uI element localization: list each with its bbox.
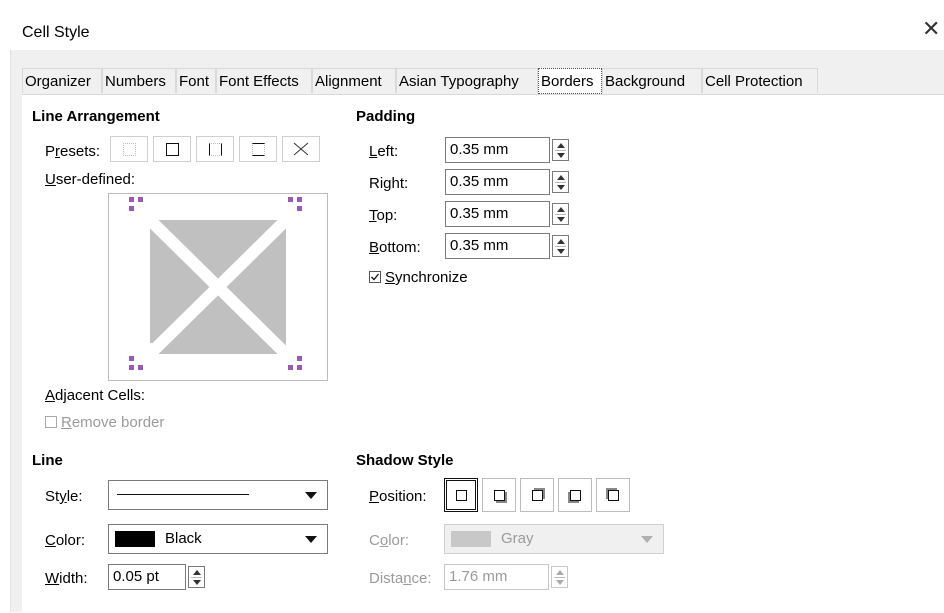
chevron-down-icon [305, 536, 317, 543]
preset-left-right-icon [209, 143, 222, 156]
padding-top-spin-icon[interactable] [552, 203, 569, 225]
preset-outer-button[interactable] [153, 136, 191, 162]
line-width-spin-icon[interactable] [188, 566, 205, 588]
title-bar [0, 0, 944, 50]
line-color-value: Black [165, 530, 202, 547]
line-arrangement-heading: Line Arrangement [32, 108, 160, 125]
remove-border-checkbox-box[interactable] [45, 416, 57, 428]
tab-organizer[interactable]: Organizer [22, 68, 102, 93]
padding-right-input[interactable]: 0.35 mm [445, 169, 550, 195]
padding-heading: Padding [356, 108, 416, 125]
user-defined-label: User-defined: [45, 171, 136, 188]
line-style-label: Style: [45, 488, 83, 505]
preset-none-icon [123, 143, 136, 156]
dialog-title: Cell Style [22, 24, 90, 41]
shadow-top-left-icon [608, 490, 619, 501]
tab-background[interactable]: Background [602, 68, 702, 93]
diagonal-cross-icon [293, 142, 309, 156]
shadow-bottom-left-icon [570, 490, 581, 501]
shadow-position-label: Position: [369, 488, 427, 505]
line-color-dropdown[interactable]: Black [108, 524, 328, 554]
padding-left-spin-icon[interactable] [552, 139, 569, 161]
presets-group [110, 136, 325, 162]
tab-alignment[interactable]: Alignment [312, 68, 396, 93]
tab-font[interactable]: Font [176, 68, 216, 93]
padding-top-input[interactable]: 0.35 mm [445, 201, 550, 227]
shadow-top-right-button[interactable] [520, 478, 554, 512]
chevron-down-icon [305, 492, 317, 499]
shadow-bottom-left-button[interactable] [558, 478, 592, 512]
remove-border-checkbox[interactable]: Remove border [45, 414, 164, 431]
tab-cell-protection[interactable]: Cell Protection [702, 68, 818, 93]
shadow-distance-input[interactable]: 1.76 mm [444, 564, 549, 590]
line-width-label: Width: [45, 570, 88, 587]
tab-font-effects[interactable]: Font Effects [216, 68, 312, 93]
shadow-color-swatch [451, 531, 491, 547]
chevron-down-icon [641, 536, 653, 543]
preset-diagonal-button[interactable] [282, 136, 320, 162]
shadow-none-icon [456, 490, 467, 501]
synchronize-checkbox[interactable]: Synchronize [369, 269, 468, 286]
close-icon[interactable]: ✕ [922, 18, 940, 40]
padding-right-label: Right: [369, 175, 409, 192]
shadow-none-button[interactable] [444, 478, 478, 512]
line-style-dropdown[interactable] [108, 480, 328, 510]
shadow-position-group [444, 478, 664, 514]
shadow-distance-label: Distance: [369, 570, 432, 587]
line-heading: Line [32, 452, 63, 469]
shadow-distance-spin-icon[interactable] [551, 566, 568, 588]
synchronize-check-icon[interactable] [369, 271, 381, 283]
padding-bottom-label: Bottom: [369, 239, 421, 256]
shadow-style-heading: Shadow Style [356, 452, 454, 469]
shadow-top-right-icon [532, 490, 543, 501]
shadow-color-label: Color: [369, 532, 410, 549]
tab-numbers[interactable]: Numbers [102, 68, 176, 93]
tab-borders[interactable]: Borders [538, 68, 602, 94]
preset-outer-icon [166, 143, 179, 156]
shadow-color-value: Gray [501, 530, 534, 547]
shadow-top-left-button[interactable] [596, 478, 630, 512]
preset-top-bottom-icon [252, 143, 265, 156]
shadow-bottom-right-button[interactable] [482, 478, 516, 512]
line-color-label: Color: [45, 532, 86, 549]
user-defined-border-preview[interactable] [108, 193, 328, 381]
padding-bottom-input[interactable]: 0.35 mm [445, 233, 550, 259]
tab-asian-typography[interactable]: Asian Typography [396, 68, 538, 93]
presets-label: Presets: [45, 143, 101, 160]
preset-top-bottom-button[interactable] [239, 136, 277, 162]
padding-top-label: Top: [369, 207, 398, 224]
adjacent-cells-label: Adjacent Cells: [45, 387, 146, 404]
line-width-input[interactable]: 0.05 pt [108, 564, 186, 590]
padding-left-label: Left: [369, 143, 399, 160]
shadow-bottom-right-icon [494, 490, 505, 501]
line-color-swatch [115, 531, 155, 547]
shadow-color-dropdown[interactable]: Gray [444, 524, 664, 554]
preset-none-button[interactable] [110, 136, 148, 162]
padding-left-input[interactable]: 0.35 mm [445, 137, 550, 163]
preset-left-right-button[interactable] [196, 136, 234, 162]
padding-right-spin-icon[interactable] [552, 171, 569, 193]
line-style-preview [117, 494, 249, 495]
padding-bottom-spin-icon[interactable] [552, 235, 569, 257]
